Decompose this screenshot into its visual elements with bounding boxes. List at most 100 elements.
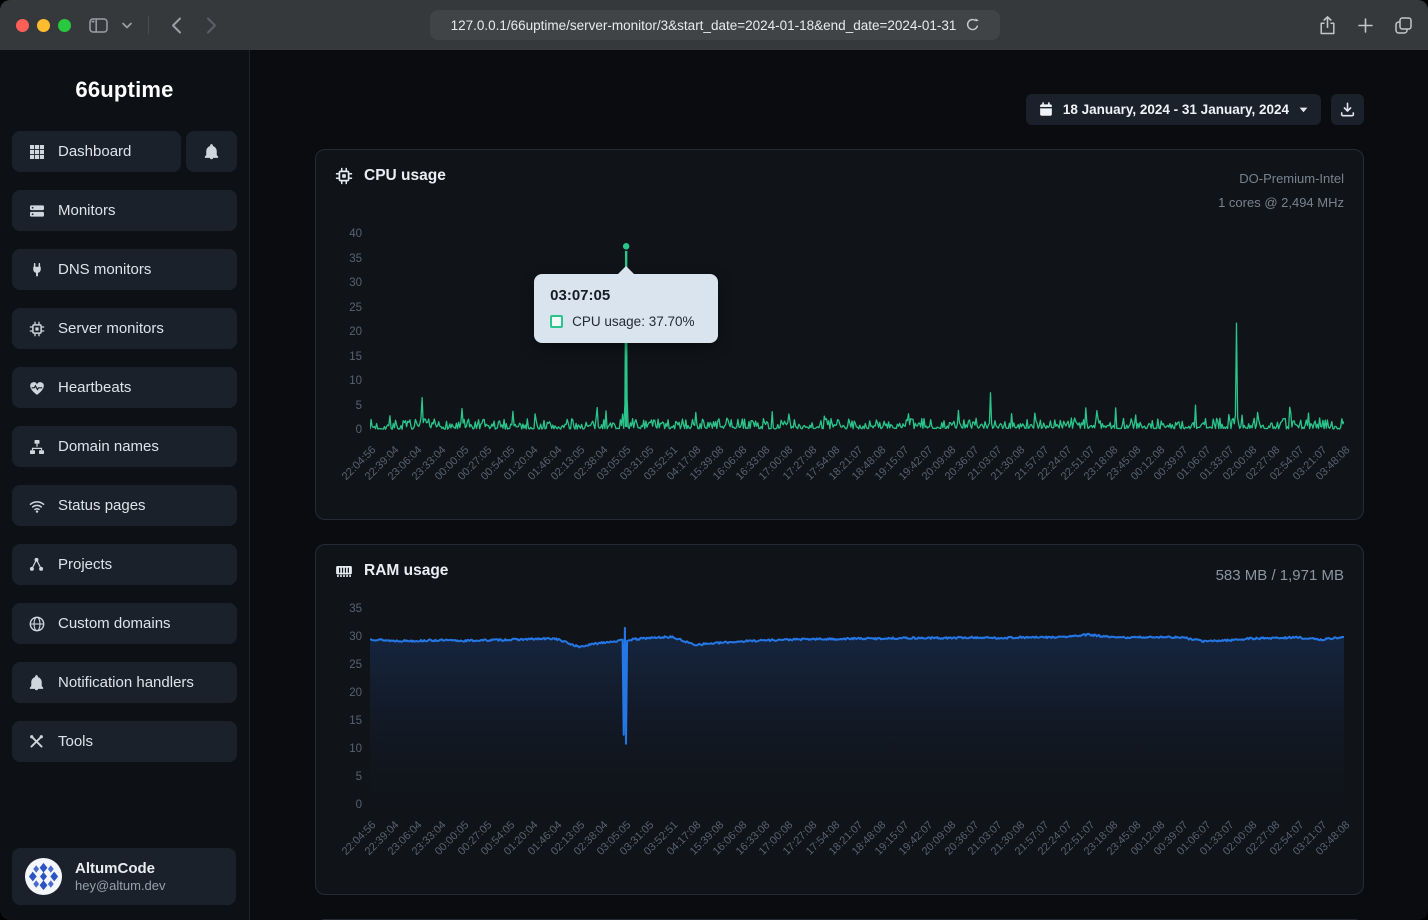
ram-chart-canvas[interactable] — [370, 604, 1344, 812]
forward-icon[interactable] — [206, 17, 217, 34]
y-axis-tick: 25 — [349, 659, 362, 671]
date-range-label: 18 January, 2024 - 31 January, 2024 — [1063, 102, 1289, 117]
sidebar-item-label: Notification handlers — [58, 674, 194, 691]
server-cores-label: 1 cores @ 2,494 MHz — [1218, 191, 1344, 215]
main-content: 18 January, 2024 - 31 January, 2024 — [250, 50, 1428, 920]
ram-x-axis: 22:04:5622:39:0423:06:0423:33:0400:00:05… — [370, 812, 1344, 888]
y-axis-tick: 0 — [356, 424, 362, 436]
y-axis-tick: 20 — [349, 326, 362, 338]
traffic-light-zoom[interactable] — [58, 19, 71, 32]
y-axis-tick: 10 — [349, 743, 362, 755]
sidebar-item-server-monitors[interactable]: Server monitors — [12, 308, 237, 349]
download-icon — [1340, 102, 1355, 117]
traffic-lights — [16, 19, 71, 32]
chevron-down-icon[interactable] — [122, 22, 132, 29]
hover-marker-dot — [622, 242, 630, 250]
sidebar-item-dashboard[interactable]: Dashboard — [12, 131, 181, 172]
tooltip-arrow — [618, 266, 634, 274]
cpu-y-axis: 0510152025303540 — [335, 229, 362, 437]
calendar-icon — [1039, 102, 1053, 117]
tooltip-series-swatch — [550, 315, 563, 328]
tab-overview-icon[interactable] — [1395, 17, 1412, 34]
new-tab-icon[interactable] — [1358, 18, 1373, 33]
sidebar-item-label: Tools — [58, 733, 93, 750]
sidebar-item-monitors[interactable]: Monitors — [12, 190, 237, 231]
browser-window: 127.0.0.1/66uptime/server-monitor/3&star… — [0, 0, 1428, 920]
bell-icon — [28, 675, 45, 691]
url-field[interactable]: 127.0.0.1/66uptime/server-monitor/3&star… — [430, 10, 1000, 40]
tools-icon — [28, 734, 45, 749]
globe-icon — [28, 616, 45, 632]
y-axis-tick: 10 — [349, 375, 362, 387]
sidebar-item-notification-handlers[interactable]: Notification handlers — [12, 662, 237, 703]
y-axis-tick: 35 — [349, 253, 362, 265]
browser-toolbar: 127.0.0.1/66uptime/server-monitor/3&star… — [0, 0, 1428, 50]
sidebar-item-label: Projects — [58, 556, 112, 573]
sidebar-item-label: Heartbeats — [58, 379, 131, 396]
sidebar-item-heartbeats[interactable]: Heartbeats — [12, 367, 237, 408]
cpu-usage-card: CPU usage DO-Premium-Intel 1 cores @ 2,4… — [315, 149, 1364, 520]
server-stack-icon — [28, 203, 45, 219]
ram-total-label: 583 MB / 1,971 MB — [1216, 562, 1344, 590]
ram-chart-plot[interactable] — [370, 604, 1344, 812]
share-icon[interactable] — [1319, 16, 1336, 35]
user-name: AltumCode — [75, 860, 166, 879]
y-axis-tick: 20 — [349, 687, 362, 699]
bell-icon — [203, 144, 220, 160]
cpu-chip-icon — [335, 167, 353, 185]
sidebar-item-dns-monitors[interactable]: DNS monitors — [12, 249, 237, 290]
cpu-x-axis: 22:04:5622:39:0423:06:0423:33:0400:00:05… — [370, 437, 1344, 513]
cpu-chart-canvas[interactable] — [370, 229, 1344, 437]
sidebar-item-label: Server monitors — [58, 320, 164, 337]
cpu-chip-icon — [28, 321, 45, 337]
ram-y-axis: 0 5 10 15 20 25 30 35 — [335, 604, 362, 812]
sidebar-item-projects[interactable]: Projects — [12, 544, 237, 585]
cpu-chart-plot[interactable]: 03:07:05 CPU usage: 37.70% — [370, 229, 1344, 437]
y-axis-tick: 0 — [356, 799, 362, 811]
sidebar: 66uptime Dashboard Monit — [0, 50, 250, 920]
sidebar-item-label: Custom domains — [58, 615, 171, 632]
caret-down-icon — [1299, 107, 1308, 113]
sidebar-item-custom-domains[interactable]: Custom domains — [12, 603, 237, 644]
card-title: CPU usage — [364, 167, 446, 185]
sidebar-item-label: Status pages — [58, 497, 146, 514]
y-axis-tick: 30 — [349, 277, 362, 289]
traffic-light-minimize[interactable] — [37, 19, 50, 32]
server-plan-label: DO-Premium-Intel — [1218, 167, 1344, 191]
ram-usage-card: RAM usage 583 MB / 1,971 MB 051015202530… — [315, 544, 1364, 895]
y-axis-tick: 35 — [349, 603, 362, 615]
sidebar-item-label: Dashboard — [58, 143, 131, 160]
diagram-icon — [28, 557, 45, 572]
y-axis-tick: 15 — [349, 351, 362, 363]
y-axis-tick: 25 — [349, 302, 362, 314]
url-text: 127.0.0.1/66uptime/server-monitor/3&star… — [451, 18, 957, 33]
y-axis-tick: 5 — [356, 771, 362, 783]
sidebar-item-label: DNS monitors — [58, 261, 151, 278]
avatar — [24, 857, 63, 896]
y-axis-tick: 40 — [349, 228, 362, 240]
sidebar-item-tools[interactable]: Tools — [12, 721, 237, 762]
tooltip-series-label: CPU usage: — [572, 314, 645, 329]
heart-pulse-icon — [28, 380, 45, 396]
plug-icon — [28, 262, 45, 278]
user-account-card[interactable]: AltumCode hey@altum.dev — [12, 848, 236, 905]
traffic-light-close[interactable] — [16, 19, 29, 32]
sidebar-item-label: Domain names — [58, 438, 159, 455]
y-axis-tick: 15 — [349, 715, 362, 727]
grid-icon — [28, 144, 45, 160]
tooltip-series-value: 37.70% — [649, 314, 695, 329]
y-axis-tick: 30 — [349, 631, 362, 643]
brand-logo[interactable]: 66uptime — [12, 50, 237, 131]
sidebar-item-status-pages[interactable]: Status pages — [12, 485, 237, 526]
notifications-button[interactable] — [186, 131, 237, 172]
back-icon[interactable] — [171, 17, 182, 34]
date-range-picker[interactable]: 18 January, 2024 - 31 January, 2024 — [1026, 94, 1321, 125]
reload-icon[interactable] — [966, 18, 979, 32]
ram-stick-icon — [335, 562, 353, 580]
user-email: hey@altum.dev — [75, 878, 166, 893]
sidebar-toggle-icon[interactable] — [89, 17, 108, 34]
sidebar-item-label: Monitors — [58, 202, 116, 219]
export-button[interactable] — [1331, 94, 1364, 125]
toolbar-divider — [148, 16, 149, 34]
sidebar-item-domain-names[interactable]: Domain names — [12, 426, 237, 467]
